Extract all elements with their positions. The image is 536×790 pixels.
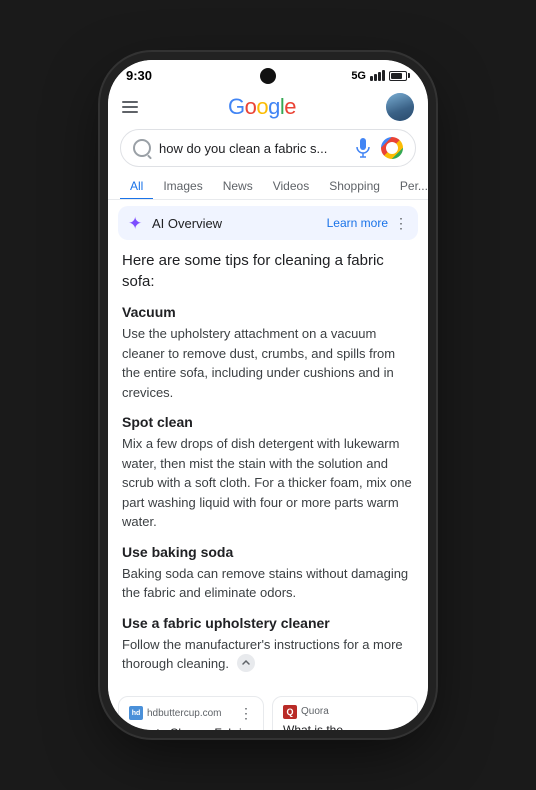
card-source-hd: hd hdbuttercup.com ⋮ [129,705,253,722]
ai-overview-banner: ✦ AI Overview Learn more ⋮ [118,206,418,240]
tip-upholstery-cleaner-body: Follow the manufacturer's instructions f… [122,635,414,674]
google-logo: Google [228,94,296,120]
status-time: 9:30 [126,68,152,83]
card-menu-icon-hd[interactable]: ⋮ [239,705,253,722]
more-options-icon[interactable]: ⋮ [394,215,408,232]
tab-news[interactable]: News [213,173,263,199]
search-query: how do you clean a fabric s... [159,141,345,156]
network-label: 5G [351,70,366,82]
avatar-image [386,93,414,121]
tip-vacuum-body: Use the upholstery attachment on a vacuu… [122,324,414,402]
user-avatar[interactable] [386,93,414,121]
search-icon [133,139,151,157]
phone-screen: 9:30 5G [108,60,428,730]
search-actions [353,137,403,159]
main-content: Here are some tips for cleaning a fabric… [108,246,428,696]
ai-overview-right: Learn more ⋮ [327,215,408,232]
card-source-left-quora: Q Quora [283,705,329,719]
logo-e: e [284,94,296,119]
content-area[interactable]: ✦ AI Overview Learn more ⋮ Here are some… [108,200,428,730]
result-card-quora[interactable]: Q Quora What is the [272,696,418,731]
ai-overview-left: ✦ AI Overview [128,214,222,232]
tip-upholstery-cleaner: Use a fabric upholstery cleaner Follow t… [122,615,414,674]
hdbuttercup-favicon: hd [129,706,143,720]
tip-vacuum: Vacuum Use the upholstery attachment on … [122,304,414,402]
quora-favicon: Q [283,705,297,719]
tab-shopping[interactable]: Shopping [319,173,390,199]
hdbuttercup-title: How to Clean a Fabric [129,726,253,731]
tip-vacuum-title: Vacuum [122,304,414,320]
tab-personal[interactable]: Per... [390,173,428,199]
tip-baking-soda: Use baking soda Baking soda can remove s… [122,544,414,603]
intro-text: Here are some tips for cleaning a fabric… [122,250,414,292]
search-bar[interactable]: how do you clean a fabric s... [120,129,416,167]
ai-overview-label: AI Overview [152,216,222,231]
tip-spot-clean: Spot clean Mix a few drops of dish deter… [122,414,414,532]
tip-upholstery-cleaner-title: Use a fabric upholstery cleaner [122,615,414,631]
tab-videos[interactable]: Videos [263,173,319,199]
logo-g2: g [268,94,280,119]
tip-spot-clean-body: Mix a few drops of dish detergent with l… [122,434,414,532]
voice-search-icon[interactable] [353,138,373,158]
quora-title: What is the [283,723,407,731]
google-lens-icon[interactable] [381,137,403,159]
logo-g1: G [228,94,245,119]
phone-frame: 9:30 5G [108,60,428,730]
status-icons: 5G [351,70,410,82]
learn-more-link[interactable]: Learn more [327,216,388,230]
logo-o1: o [245,94,257,119]
signal-icon [370,70,385,81]
tip-baking-soda-body: Baking soda can remove stains without da… [122,564,414,603]
lens-inner [386,142,398,154]
hdbuttercup-domain: hdbuttercup.com [147,708,222,719]
hamburger-menu-icon[interactable] [122,101,138,113]
bottom-cards: hd hdbuttercup.com ⋮ How to Clean a Fabr… [108,696,428,731]
camera-notch [260,68,276,84]
quora-domain: Quora [301,706,329,717]
filter-tabs: All Images News Videos Shopping Per... [108,173,428,200]
tip-baking-soda-title: Use baking soda [122,544,414,560]
card-source-quora: Q Quora [283,705,407,719]
tab-images[interactable]: Images [153,173,212,199]
ai-star-icon: ✦ [128,214,146,232]
result-card-hdbuttercup[interactable]: hd hdbuttercup.com ⋮ How to Clean a Fabr… [118,696,264,731]
battery-icon [389,71,410,81]
collapse-button[interactable] [237,654,255,672]
card-source-left-hd: hd hdbuttercup.com [129,706,222,720]
tip-spot-clean-title: Spot clean [122,414,414,430]
logo-o2: o [256,94,268,119]
tab-all[interactable]: All [120,173,153,199]
google-header: Google [108,87,428,125]
